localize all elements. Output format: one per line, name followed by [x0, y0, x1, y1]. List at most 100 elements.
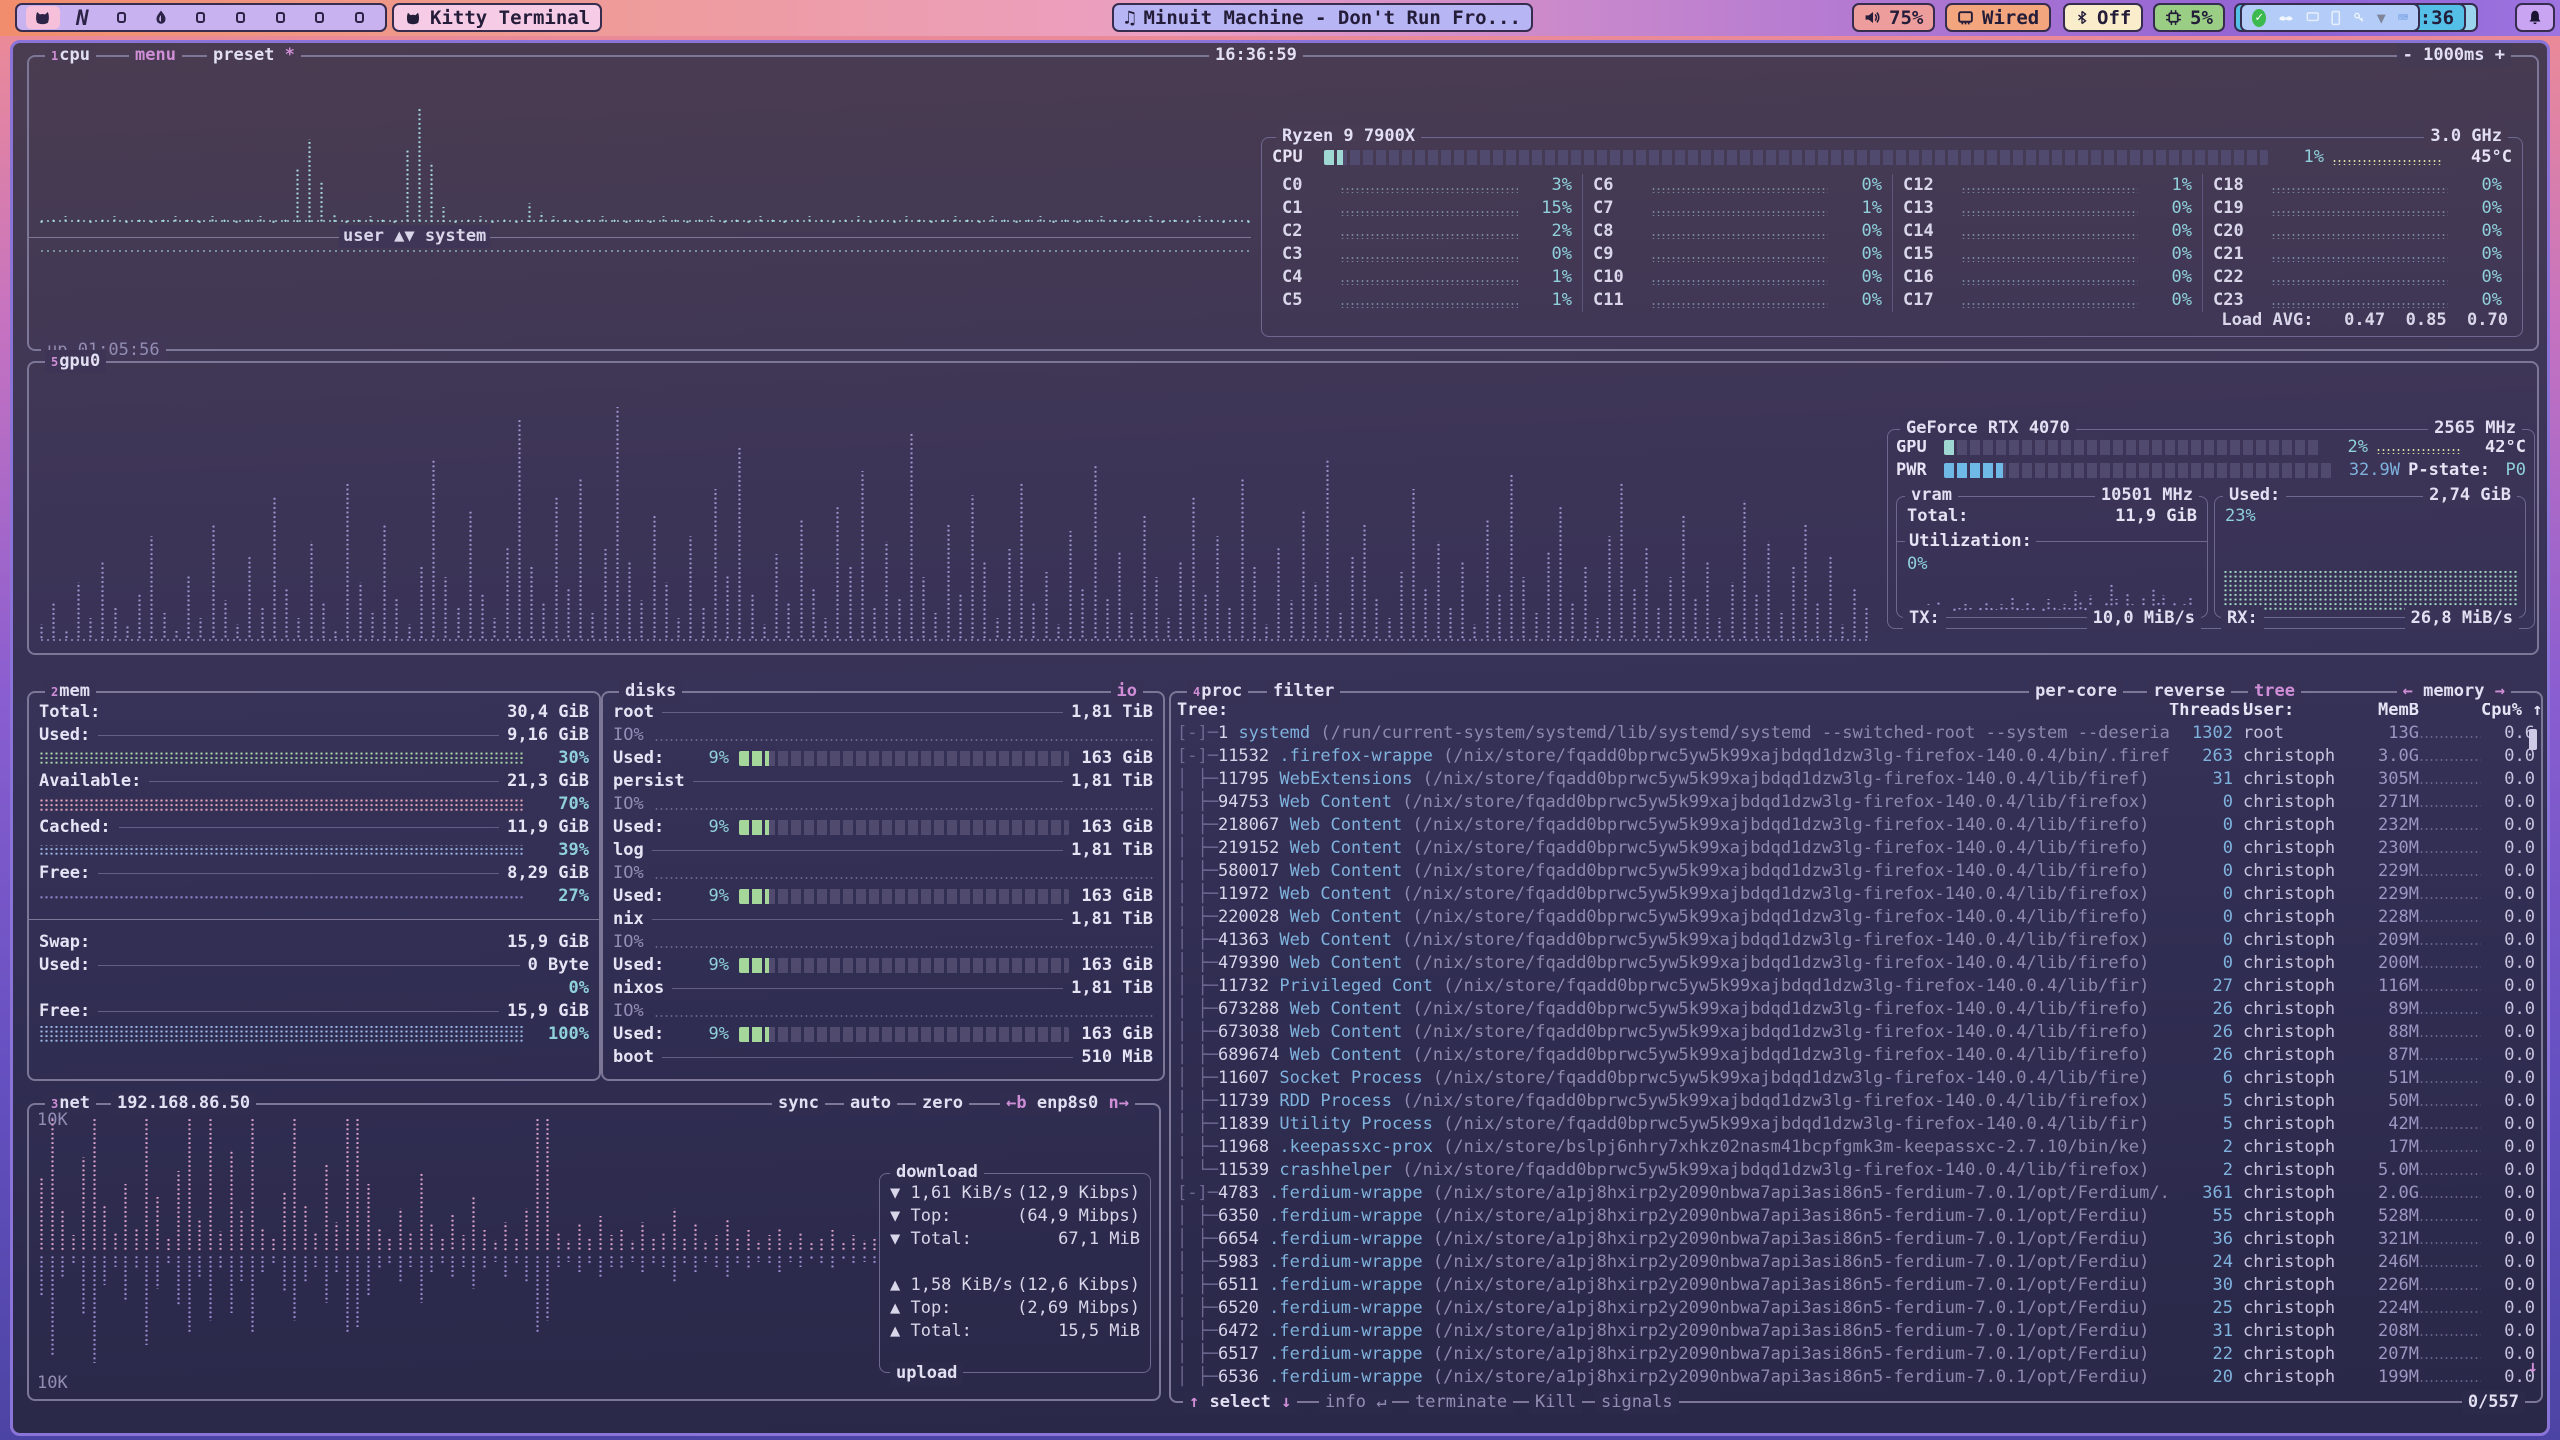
- proc-row[interactable]: │ ├─11972 Web Content (/nix/store/fqadd0…: [1171, 883, 2541, 906]
- active-window-title[interactable]: Kitty Terminal: [392, 3, 602, 32]
- proc-info-button[interactable]: info ↵: [1319, 1391, 1392, 1414]
- proc-row[interactable]: [-]─1 systemd (/run/current-system/syste…: [1171, 722, 2541, 745]
- proc-row[interactable]: [-]─11532 .firefox-wrappe (/nix/store/fq…: [1171, 745, 2541, 768]
- tray-keyboard-icon[interactable]: ⌨: [2398, 8, 2408, 28]
- proc-row[interactable]: │ ├─5983 .ferdium-wrappe (/nix/store/a1p…: [1171, 1251, 2541, 1274]
- cpu-panel: 1cpu menu preset * 16:36:59 - 1000ms + u…: [27, 55, 2539, 351]
- proc-row[interactable]: │ ├─673288 Web Content (/nix/store/fqadd…: [1171, 998, 2541, 1021]
- workspace-empty[interactable]: [342, 6, 376, 29]
- gpu-power-row: PWR 32.9W P-state: P0: [1896, 459, 2526, 481]
- empty-workspace-icon: [117, 12, 126, 23]
- network-widget[interactable]: Wired: [1945, 3, 2051, 32]
- workspace-empty[interactable]: [263, 6, 297, 29]
- workspace-empty[interactable]: [184, 6, 218, 29]
- proc-row[interactable]: │ ├─6472 .ferdium-wrappe (/nix/store/a1p…: [1171, 1320, 2541, 1343]
- proc-row[interactable]: │ ├─673038 Web Content (/nix/store/fqadd…: [1171, 1021, 2541, 1044]
- net-interface-switcher[interactable]: ←b enp8s0 n→: [1000, 1092, 1135, 1115]
- proc-row[interactable]: │ └─11539 crashhelper (/nix/store/fqadd0…: [1171, 1159, 2541, 1182]
- net-zero-button[interactable]: zero: [916, 1092, 969, 1115]
- empty-workspace-icon: [236, 12, 245, 23]
- proc-row[interactable]: │ ├─11739 RDD Process (/nix/store/fqadd0…: [1171, 1090, 2541, 1113]
- net-upload-graph: [39, 1255, 877, 1375]
- proc-cpu-graph: [2419, 1241, 2481, 1245]
- workspace-empty[interactable]: [105, 6, 139, 29]
- workspace-zen[interactable]: [144, 6, 178, 29]
- proc-row[interactable]: │ ├─94753 Web Content (/nix/store/fqadd0…: [1171, 791, 2541, 814]
- net-auto-button[interactable]: auto: [844, 1092, 897, 1115]
- proc-row[interactable]: │ ├─689674 Web Content (/nix/store/fqadd…: [1171, 1044, 2541, 1067]
- ethernet-icon: [1957, 9, 1974, 26]
- proc-cpu-graph: [2419, 1103, 2481, 1107]
- core-graph: [1651, 256, 1828, 262]
- proc-percore-button[interactable]: per-core: [2029, 680, 2123, 703]
- volume-widget[interactable]: 75%: [1852, 3, 1935, 32]
- memory-panel: 2mem Total:30,4 GiB Used:9,16 GiB 30% Av…: [27, 691, 601, 1081]
- cpu-model-label: Ryzen 9 7900X: [1276, 125, 1421, 148]
- notification-widget[interactable]: [2515, 3, 2555, 32]
- cpu-core: C190%: [2202, 197, 2512, 220]
- disk-list: root1,81 TiBIO%Used:9%163 GiBpersist1,81…: [603, 693, 1163, 1046]
- workspace-empty[interactable]: [224, 6, 258, 29]
- cpu-preset-button[interactable]: preset *: [207, 44, 301, 67]
- gpu-used-box: Used: 2,74 GiB 23% RX: 26,8 MiB/s: [2214, 496, 2526, 618]
- workspace-empty[interactable]: [303, 6, 337, 29]
- proc-row[interactable]: │ ├─6517 .ferdium-wrappe (/nix/store/a1p…: [1171, 1343, 2541, 1366]
- proc-row[interactable]: │ ├─11839 Utility Process (/nix/store/fq…: [1171, 1113, 2541, 1136]
- cpu-temp-graph: [2332, 159, 2442, 165]
- proc-scrollbar-thumb[interactable]: [2529, 729, 2537, 750]
- proc-row[interactable]: │ ├─218067 Web Content (/nix/store/fqadd…: [1171, 814, 2541, 837]
- cpu-core: C115%: [1272, 197, 1582, 220]
- proc-signals-button[interactable]: signals: [1595, 1391, 1679, 1414]
- proc-kill-button[interactable]: Kill: [1529, 1391, 1582, 1414]
- workspace-neovim[interactable]: N: [65, 6, 99, 29]
- proc-row[interactable]: │ ├─11968 .keepassxc-prox (/nix/store/bs…: [1171, 1136, 2541, 1159]
- proc-row[interactable]: │ ├─479390 Web Content (/nix/store/fqadd…: [1171, 952, 2541, 975]
- proc-reverse-button[interactable]: reverse: [2147, 680, 2231, 703]
- proc-row[interactable]: │ ├─6511 .ferdium-wrappe (/nix/store/a1p…: [1171, 1274, 2541, 1297]
- proc-row[interactable]: │ ├─220028 Web Content (/nix/store/fqadd…: [1171, 906, 2541, 929]
- network-status: Wired: [1982, 7, 2039, 29]
- tx-value: 10,0 MiB/s: [2087, 607, 2201, 630]
- swap-free-row: Free:15,9 GiB: [29, 1000, 599, 1023]
- tray-mustache-icon[interactable]: [2278, 12, 2294, 24]
- proc-cpu-graph: [2419, 896, 2481, 900]
- proc-row[interactable]: │ ├─6350 .ferdium-wrappe (/nix/store/a1p…: [1171, 1205, 2541, 1228]
- proc-row[interactable]: │ ├─11795 WebExtensions (/nix/store/fqad…: [1171, 768, 2541, 791]
- tray-check-icon[interactable]: ✓: [2252, 9, 2266, 27]
- proc-sort-switcher[interactable]: ← memory →: [2397, 680, 2511, 703]
- proc-scroll-down-icon[interactable]: ↓: [2528, 1356, 2538, 1379]
- core-graph: [1651, 302, 1828, 308]
- gpu-tx-graph: [1905, 577, 2197, 611]
- gpu-pstate-value: P0: [2490, 459, 2526, 482]
- cpu-menu-button[interactable]: menu: [129, 44, 182, 67]
- empty-workspace-icon: [315, 12, 324, 23]
- core-graph: [1340, 256, 1518, 262]
- tray-phone-icon[interactable]: [2331, 10, 2340, 26]
- proc-row[interactable]: │ ├─11607 Socket Process (/nix/store/fqa…: [1171, 1067, 2541, 1090]
- cpu-widget[interactable]: 5%: [2153, 3, 2225, 32]
- system-tray: ✓ ▼ ⌨: [2240, 3, 2420, 32]
- proc-row[interactable]: │ ├─6654 .ferdium-wrappe (/nix/store/a1p…: [1171, 1228, 2541, 1251]
- proc-terminate-button[interactable]: terminate: [1409, 1391, 1513, 1414]
- proc-filter-button[interactable]: filter: [1267, 680, 1340, 703]
- proc-cpu-graph: [2419, 758, 2481, 762]
- gpu-power-bar: [1944, 463, 2334, 478]
- proc-row[interactable]: │ ├─580017 Web Content (/nix/store/fqadd…: [1171, 860, 2541, 883]
- load-average: Load AVG: 0.47 0.85 0.70: [2221, 309, 2508, 332]
- proc-row[interactable]: │ ├─6520 .ferdium-wrappe (/nix/store/a1p…: [1171, 1297, 2541, 1320]
- proc-row[interactable]: [-]─4783 .ferdium-wrappe (/nix/store/a1p…: [1171, 1182, 2541, 1205]
- disks-io-button[interactable]: io: [1111, 680, 1143, 703]
- workspace-kitty[interactable]: [26, 6, 60, 29]
- tray-display-icon[interactable]: [2306, 10, 2319, 25]
- net-sync-button[interactable]: sync: [772, 1092, 825, 1115]
- update-interval-control[interactable]: - 1000ms +: [2397, 44, 2511, 67]
- proc-row[interactable]: │ ├─219152 Web Content (/nix/store/fqadd…: [1171, 837, 2541, 860]
- proc-row[interactable]: │ ├─11732 Privileged Cont (/nix/store/fq…: [1171, 975, 2541, 998]
- proc-row[interactable]: │ ├─6536 .ferdium-wrappe (/nix/store/a1p…: [1171, 1366, 2541, 1389]
- proc-row[interactable]: │ ├─41363 Web Content (/nix/store/fqadd0…: [1171, 929, 2541, 952]
- tray-funnel-icon[interactable]: ▼: [2377, 9, 2386, 27]
- tray-key-icon[interactable]: [2353, 10, 2365, 25]
- bluetooth-widget[interactable]: Off: [2063, 3, 2143, 32]
- media-player[interactable]: ♫ Minuit Machine - Don't Run Fro...: [1112, 3, 1533, 32]
- proc-tree-button[interactable]: tree: [2248, 680, 2301, 703]
